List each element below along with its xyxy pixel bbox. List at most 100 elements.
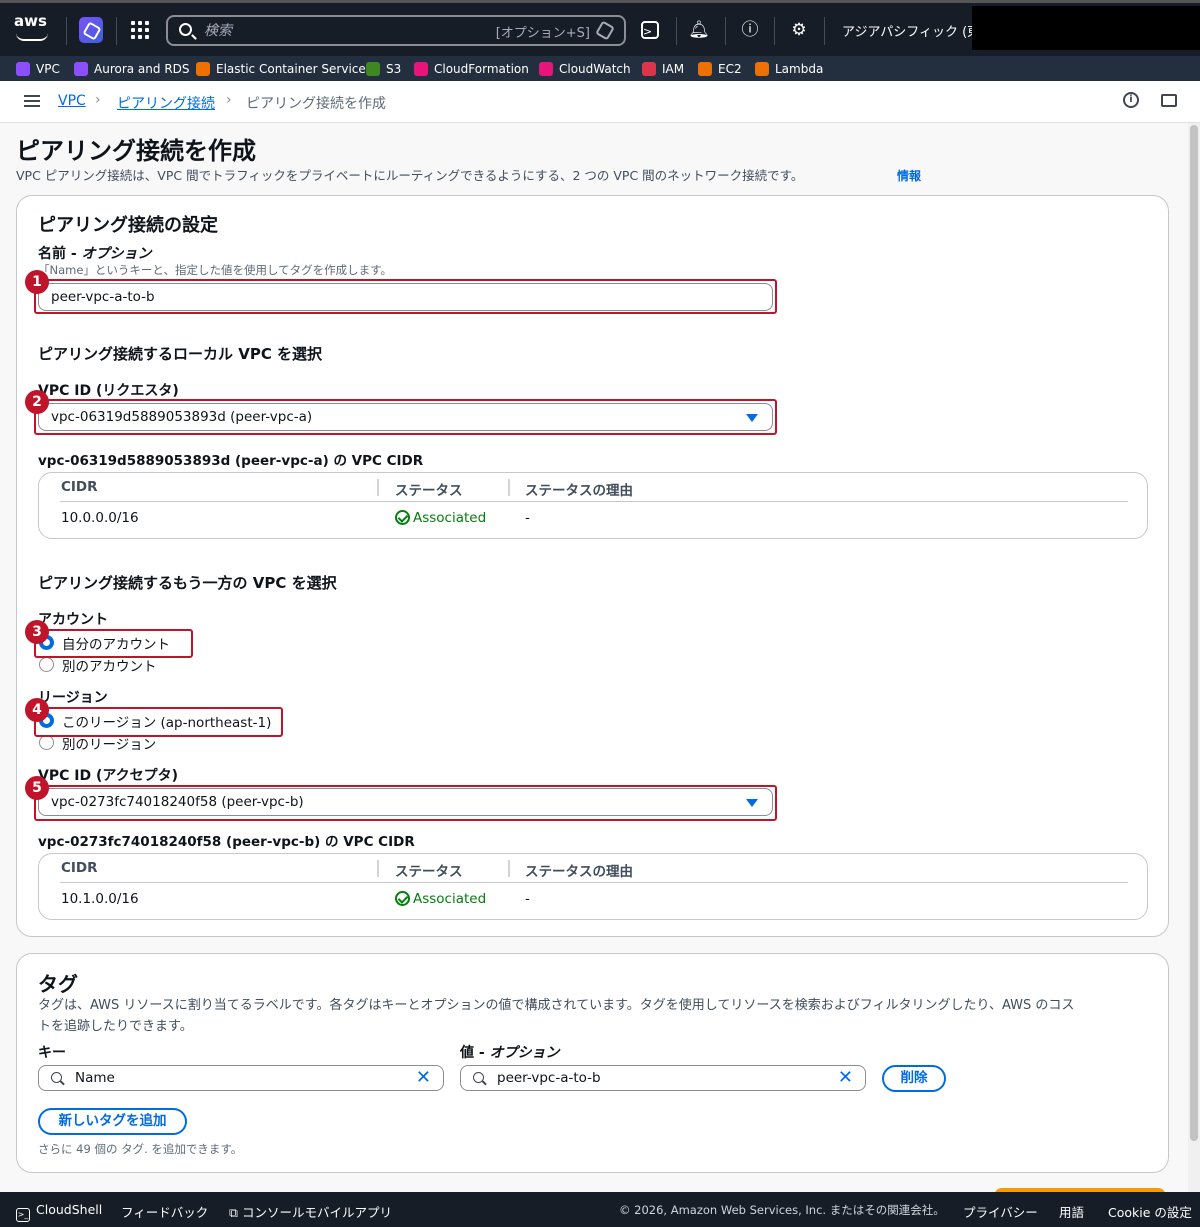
chevron-right-icon: ›	[95, 92, 101, 108]
favorite-vpc[interactable]: VPC	[16, 60, 60, 78]
table-cell-reason: -	[525, 510, 530, 526]
favorite-s3[interactable]: S3	[366, 60, 401, 78]
status-badge: Associated	[395, 891, 486, 907]
annotation-badge-4: 4	[25, 698, 49, 722]
favorite-iam[interactable]: IAM	[642, 60, 684, 78]
account-label: アカウント	[38, 612, 108, 628]
column-separator	[377, 479, 379, 496]
feedback-icon[interactable]	[1161, 94, 1177, 107]
divider	[676, 17, 677, 45]
top-navigation: aws [オプション+S] >_ 🔔︎ ⓘ ⚙ アジアパシフィック (東京)	[0, 0, 1200, 56]
tag-value-value: peer-vpc-a-to-b	[497, 1070, 601, 1086]
ec2-icon	[698, 62, 712, 76]
redacted-account-area	[972, 6, 1200, 50]
clear-icon[interactable]: ✕	[416, 1068, 431, 1088]
divider	[725, 17, 726, 45]
column-separator	[508, 860, 510, 877]
terms-link[interactable]: 用語	[1059, 1202, 1084, 1221]
search-icon	[179, 23, 192, 36]
clear-icon[interactable]: ✕	[838, 1068, 853, 1088]
favorite-ecs[interactable]: Elastic Container Service	[196, 60, 366, 78]
tag-value-input[interactable]: peer-vpc-a-to-b ✕	[460, 1065, 866, 1091]
cookie-settings-link[interactable]: Cookie の設定	[1108, 1202, 1192, 1221]
status-badge: Associated	[395, 510, 486, 526]
info-panel-icon[interactable]: i	[1123, 92, 1139, 108]
cloudshell-link[interactable]: >_ CloudShell	[16, 1202, 102, 1222]
amazon-q-mini-icon[interactable]	[595, 20, 615, 41]
breadcrumb-current: ピアリング接続を作成	[246, 96, 386, 112]
menu-icon[interactable]	[24, 95, 40, 107]
iam-icon	[642, 62, 656, 76]
search-box[interactable]: [オプション+S]	[166, 15, 626, 46]
cloudshell-icon: >_	[16, 1208, 30, 1222]
favorite-lambda[interactable]: Lambda	[755, 60, 823, 78]
divider	[824, 17, 825, 45]
favorite-cloudwatch[interactable]: CloudWatch	[539, 60, 631, 78]
mobile-app-link[interactable]: ⧉ コンソールモバイルアプリ	[229, 1202, 392, 1221]
divider	[774, 17, 775, 45]
page-title: ピアリング接続を作成	[16, 137, 256, 165]
favorite-aurora-rds[interactable]: Aurora and RDS	[74, 60, 190, 78]
annotation-badge-1: 1	[25, 270, 49, 294]
table-header: ステータス	[395, 864, 463, 880]
search-input[interactable]	[204, 20, 474, 42]
help-icon[interactable]: ⓘ	[739, 19, 761, 41]
accepter-label: VPC ID (アクセプタ)	[38, 768, 179, 784]
rds-icon	[74, 62, 88, 76]
scrollbar-thumb[interactable]	[1190, 125, 1198, 1141]
tag-value-label: 値 - オプション	[460, 1045, 560, 1061]
tags-description-cont: トを追跡したりできます。	[38, 1019, 193, 1034]
radio-other-account[interactable]	[39, 657, 54, 672]
bell-icon[interactable]: 🔔︎	[688, 19, 710, 41]
aws-logo[interactable]: aws	[14, 12, 54, 44]
divider	[66, 17, 67, 45]
tag-key-input[interactable]: Name ✕	[38, 1065, 444, 1091]
radio-other-region[interactable]	[39, 735, 54, 750]
check-circle-icon	[395, 510, 410, 525]
divider	[60, 501, 1128, 502]
privacy-link[interactable]: プライバシー	[963, 1202, 1038, 1221]
column-separator	[377, 860, 379, 877]
local-vpc-heading: ピアリング接続するローカル VPC を選択	[38, 345, 323, 363]
tag-key-label: キー	[38, 1045, 66, 1061]
requester-cidr-table: CIDR ステータス ステータスの理由 10.0.0.0/16 Associat…	[38, 472, 1148, 539]
name-hint: 「Name」というキーと、指定した値を使用してタグを作成します。	[38, 263, 392, 277]
annotation-badge-5: 5	[25, 776, 49, 800]
remove-tag-button[interactable]: 削除	[882, 1065, 946, 1092]
annotation-box-1	[34, 279, 777, 314]
add-tag-button[interactable]: 新しいタグを追加	[38, 1108, 187, 1135]
lambda-icon	[755, 62, 769, 76]
annotation-box-5	[34, 785, 777, 821]
requester-label: VPC ID (リクエスタ)	[38, 383, 179, 399]
accepter-cidr-table: CIDR ステータス ステータスの理由 10.1.0.0/16 Associat…	[38, 853, 1148, 920]
table-header: CIDR	[61, 479, 98, 495]
cloudshell-icon[interactable]: >_	[641, 21, 659, 39]
amazon-q-icon[interactable]	[79, 17, 103, 43]
tags-description: タグは、AWS リソースに割り当てるラベルです。各タグはキーとオプションの値で構…	[38, 998, 1075, 1013]
favorite-ec2[interactable]: EC2	[698, 60, 742, 78]
region-label: リージョン	[38, 690, 108, 706]
page-description: VPC ピアリング接続は、VPC 間でトラフィックをプライベートにルーティングで…	[16, 168, 804, 183]
breadcrumb-peering[interactable]: ピアリング接続	[117, 93, 215, 113]
tags-heading: タグ	[38, 972, 78, 996]
table-header: ステータスの理由	[525, 483, 633, 499]
info-link[interactable]: 情報	[897, 167, 921, 184]
scrollbar[interactable]	[1188, 123, 1200, 1192]
favorite-cloudformation[interactable]: CloudFormation	[414, 60, 529, 78]
check-circle-icon	[395, 891, 410, 906]
search-icon	[473, 1072, 484, 1083]
search-icon	[51, 1072, 62, 1083]
favorites-bar: VPC Aurora and RDS Elastic Container Ser…	[0, 56, 1200, 81]
s3-icon	[366, 62, 380, 76]
annotation-box-2	[34, 399, 777, 435]
cloudformation-icon	[414, 62, 428, 76]
services-grid-icon[interactable]	[131, 21, 149, 39]
table-cell-reason: -	[525, 891, 530, 907]
search-shortcut: [オプション+S]	[495, 26, 590, 41]
footer: >_ CloudShell フィードバック ⧉ コンソールモバイルアプリ © 202…	[0, 1192, 1200, 1227]
feedback-link[interactable]: フィードバック	[121, 1202, 208, 1221]
gear-icon[interactable]: ⚙	[788, 19, 810, 41]
copyright: © 2026, Amazon Web Services, Inc. またはその関…	[619, 1203, 945, 1217]
breadcrumb-vpc[interactable]: VPC	[58, 93, 86, 109]
settings-heading: ピアリング接続の設定	[38, 215, 218, 236]
